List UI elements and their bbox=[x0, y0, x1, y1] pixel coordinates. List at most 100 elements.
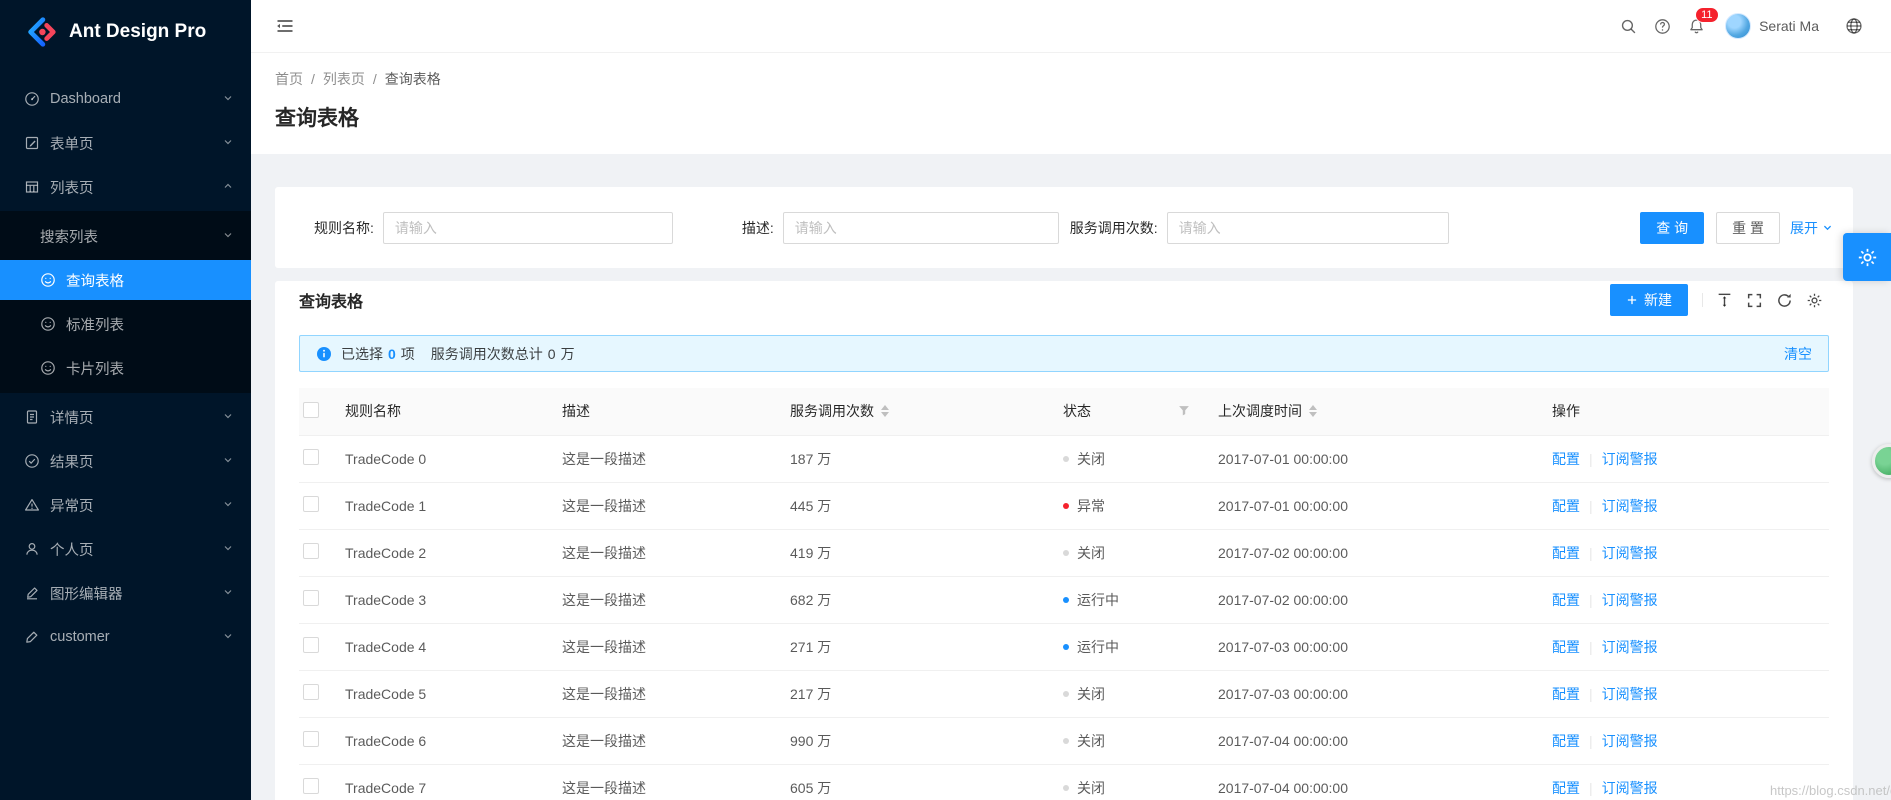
subscribe-alert-link[interactable]: 订阅警报 bbox=[1602, 451, 1658, 467]
expand-link[interactable]: 展开 bbox=[1790, 218, 1833, 238]
sidebar-item-profile[interactable]: 详情页 bbox=[0, 397, 251, 437]
sidebar-item-label: 详情页 bbox=[50, 410, 94, 427]
column-header-rule-name: 规则名称 bbox=[345, 388, 562, 436]
op-divider: | bbox=[1589, 685, 1593, 702]
sidebar-item-lists[interactable]: 列表页 bbox=[0, 167, 251, 207]
configure-link[interactable]: 配置 bbox=[1552, 451, 1580, 467]
density-icon[interactable] bbox=[1709, 285, 1739, 315]
toolbar-actions: 新建 bbox=[1610, 284, 1829, 316]
cell-last-schedule: 2017-07-03 00:00:00 bbox=[1218, 670, 1552, 718]
breadcrumb-list-page[interactable]: 列表页 bbox=[323, 69, 365, 89]
table-row: TradeCode 4 这是一段描述 271 万 运行中 2017-07-03 … bbox=[299, 623, 1829, 671]
sidebar-item-customer[interactable]: customer bbox=[0, 617, 251, 657]
subscribe-alert-link[interactable]: 订阅警报 bbox=[1602, 498, 1658, 514]
menu-fold-icon[interactable] bbox=[275, 16, 295, 36]
subscribe-alert-link[interactable]: 订阅警报 bbox=[1602, 733, 1658, 749]
cell-call-count: 445 万 bbox=[790, 482, 1063, 530]
user-avatar[interactable] bbox=[1725, 13, 1752, 39]
clear-selection-link[interactable]: 清空 bbox=[1784, 344, 1812, 364]
sidebar-item-card-list[interactable]: 卡片列表 bbox=[0, 348, 251, 388]
settings-gear-icon[interactable] bbox=[1799, 285, 1829, 315]
breadcrumb: 首页 / 列表页 / 查询表格 bbox=[275, 69, 1867, 89]
subscribe-alert-link[interactable]: 订阅警报 bbox=[1602, 686, 1658, 702]
cell-description: 这是一段描述 bbox=[562, 717, 790, 765]
reset-button[interactable]: 重 置 bbox=[1716, 211, 1780, 244]
column-header-call-count[interactable]: 服务调用次数 bbox=[790, 388, 1063, 436]
table-card: 查询表格 新建 已选择 0 项 服务调用次数总计 0 万 清空 规则名称 描述 … bbox=[275, 281, 1853, 800]
row-checkbox[interactable] bbox=[303, 449, 319, 465]
setting-drawer-button[interactable] bbox=[1843, 233, 1891, 281]
op-divider: | bbox=[1589, 591, 1593, 608]
configure-link[interactable]: 配置 bbox=[1552, 498, 1580, 514]
brand[interactable]: Ant Design Pro bbox=[0, 0, 251, 64]
row-checkbox[interactable] bbox=[303, 778, 319, 794]
query-button[interactable]: 查 询 bbox=[1640, 211, 1705, 244]
sorter-icon[interactable] bbox=[1309, 405, 1317, 418]
column-header-last-schedule[interactable]: 上次调度时间 bbox=[1218, 388, 1552, 436]
configure-link[interactable]: 配置 bbox=[1552, 592, 1580, 608]
description-input[interactable] bbox=[782, 211, 1059, 244]
configure-link[interactable]: 配置 bbox=[1552, 639, 1580, 655]
new-button[interactable]: 新建 bbox=[1610, 284, 1688, 316]
row-checkbox[interactable] bbox=[303, 684, 319, 700]
notification-bell-icon[interactable]: 11 bbox=[1679, 7, 1719, 43]
chevron-down-icon bbox=[222, 92, 234, 104]
profile-icon bbox=[24, 409, 40, 425]
row-checkbox[interactable] bbox=[303, 637, 319, 653]
sidebar-item-exception[interactable]: 异常页 bbox=[0, 485, 251, 525]
configure-link[interactable]: 配置 bbox=[1552, 686, 1580, 702]
cell-last-schedule: 2017-07-03 00:00:00 bbox=[1218, 623, 1552, 671]
table-row: TradeCode 0 这是一段描述 187 万 关闭 2017-07-01 0… bbox=[299, 435, 1829, 483]
search-icon[interactable] bbox=[1611, 9, 1645, 43]
table-row: TradeCode 1 这是一段描述 445 万 异常 2017-07-01 0… bbox=[299, 482, 1829, 530]
sidebar-item-result[interactable]: 结果页 bbox=[0, 441, 251, 481]
sidebar-item-account[interactable]: 个人页 bbox=[0, 529, 251, 569]
status-dot bbox=[1063, 502, 1069, 509]
op-divider: | bbox=[1589, 450, 1593, 467]
rule-name-input[interactable] bbox=[382, 211, 673, 244]
status-badge: 关闭 bbox=[1077, 685, 1105, 702]
chevron-down-icon bbox=[1823, 225, 1832, 231]
subscribe-alert-link[interactable]: 订阅警报 bbox=[1602, 639, 1658, 655]
status-dot bbox=[1063, 690, 1069, 697]
user-icon bbox=[24, 541, 40, 557]
row-checkbox[interactable] bbox=[303, 590, 319, 606]
sidebar-item-standard-list[interactable]: 标准列表 bbox=[0, 304, 251, 344]
table-title: 查询表格 bbox=[299, 294, 364, 311]
top-header: 11 Serati Ma bbox=[251, 0, 1891, 53]
fullscreen-icon[interactable] bbox=[1739, 285, 1769, 315]
subscribe-alert-link[interactable]: 订阅警报 bbox=[1602, 545, 1658, 561]
sidebar-item-label: 标准列表 bbox=[66, 317, 124, 334]
configure-link[interactable]: 配置 bbox=[1552, 545, 1580, 561]
cell-call-count: 187 万 bbox=[790, 435, 1063, 483]
cell-rule-name: TradeCode 0 bbox=[345, 435, 562, 483]
sidebar-item-forms[interactable]: 表单页 bbox=[0, 123, 251, 163]
subscribe-alert-link[interactable]: 订阅警报 bbox=[1602, 780, 1658, 796]
sorter-icon[interactable] bbox=[881, 405, 889, 418]
cell-call-count: 990 万 bbox=[790, 717, 1063, 765]
sidebar-item-label: 个人页 bbox=[50, 542, 94, 559]
alert-total-unit: 万 bbox=[560, 345, 575, 362]
configure-link[interactable]: 配置 bbox=[1552, 733, 1580, 749]
row-checkbox[interactable] bbox=[303, 731, 319, 747]
row-checkbox[interactable] bbox=[303, 496, 319, 512]
breadcrumb-home[interactable]: 首页 bbox=[275, 69, 303, 89]
filter-funnel-icon[interactable] bbox=[1178, 405, 1190, 417]
call-count-input[interactable] bbox=[1166, 211, 1449, 244]
select-all-checkbox[interactable] bbox=[303, 401, 319, 418]
cell-rule-name: TradeCode 1 bbox=[345, 482, 562, 530]
sidebar-item-search-list[interactable]: 搜索列表 bbox=[0, 216, 251, 256]
user-name[interactable]: Serati Ma bbox=[1759, 18, 1819, 34]
sidebar-item-graph-editor[interactable]: 图形编辑器 bbox=[0, 573, 251, 613]
configure-link[interactable]: 配置 bbox=[1552, 780, 1580, 796]
status-badge: 关闭 bbox=[1077, 732, 1105, 749]
row-checkbox[interactable] bbox=[303, 543, 319, 559]
table-row: TradeCode 2 这是一段描述 419 万 关闭 2017-07-02 0… bbox=[299, 529, 1829, 577]
question-circle-icon[interactable] bbox=[1645, 9, 1679, 43]
globe-icon[interactable] bbox=[1837, 9, 1871, 43]
reload-icon[interactable] bbox=[1769, 285, 1799, 315]
sidebar-item-query-table[interactable]: 查询表格 bbox=[0, 260, 251, 300]
subscribe-alert-link[interactable]: 订阅警报 bbox=[1602, 592, 1658, 608]
smile-icon bbox=[40, 360, 56, 376]
sidebar-item-dashboard[interactable]: Dashboard bbox=[0, 79, 251, 119]
